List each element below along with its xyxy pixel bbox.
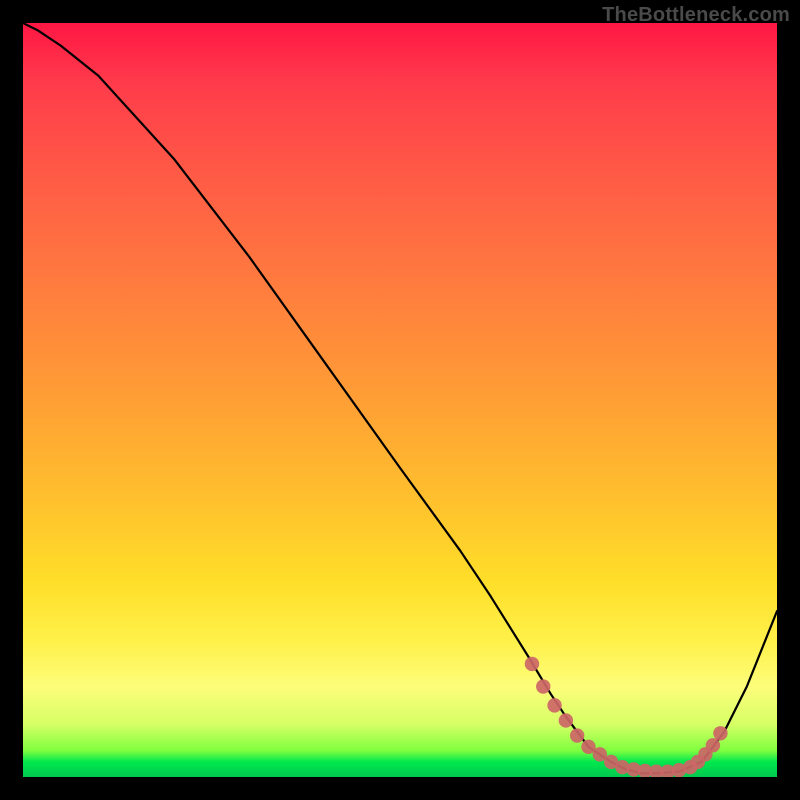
optimal-marker [698,747,712,761]
optimal-marker [615,760,629,774]
optimal-marker [547,698,561,712]
optimal-marker [672,763,686,777]
optimal-marker [683,760,697,774]
optimal-marker [649,765,663,777]
optimal-marker [638,764,652,777]
optimal-marker [559,713,573,727]
chart-stage: TheBottleneck.com [0,0,800,800]
optimal-marker [691,755,705,769]
optimal-marker [570,728,584,742]
bottleneck-curve [23,23,777,773]
optimal-marker [525,657,539,671]
optimal-marker [713,726,727,740]
optimal-marker [536,679,550,693]
plot-area [23,23,777,777]
optimal-marker [604,755,618,769]
optimal-marker [660,765,674,777]
optimal-marker [706,738,720,752]
chart-overlay [23,23,777,777]
optimal-marker [627,762,641,776]
optimal-range-markers [525,657,728,777]
optimal-marker [581,740,595,754]
optimal-marker [593,747,607,761]
watermark-text: TheBottleneck.com [602,4,790,27]
